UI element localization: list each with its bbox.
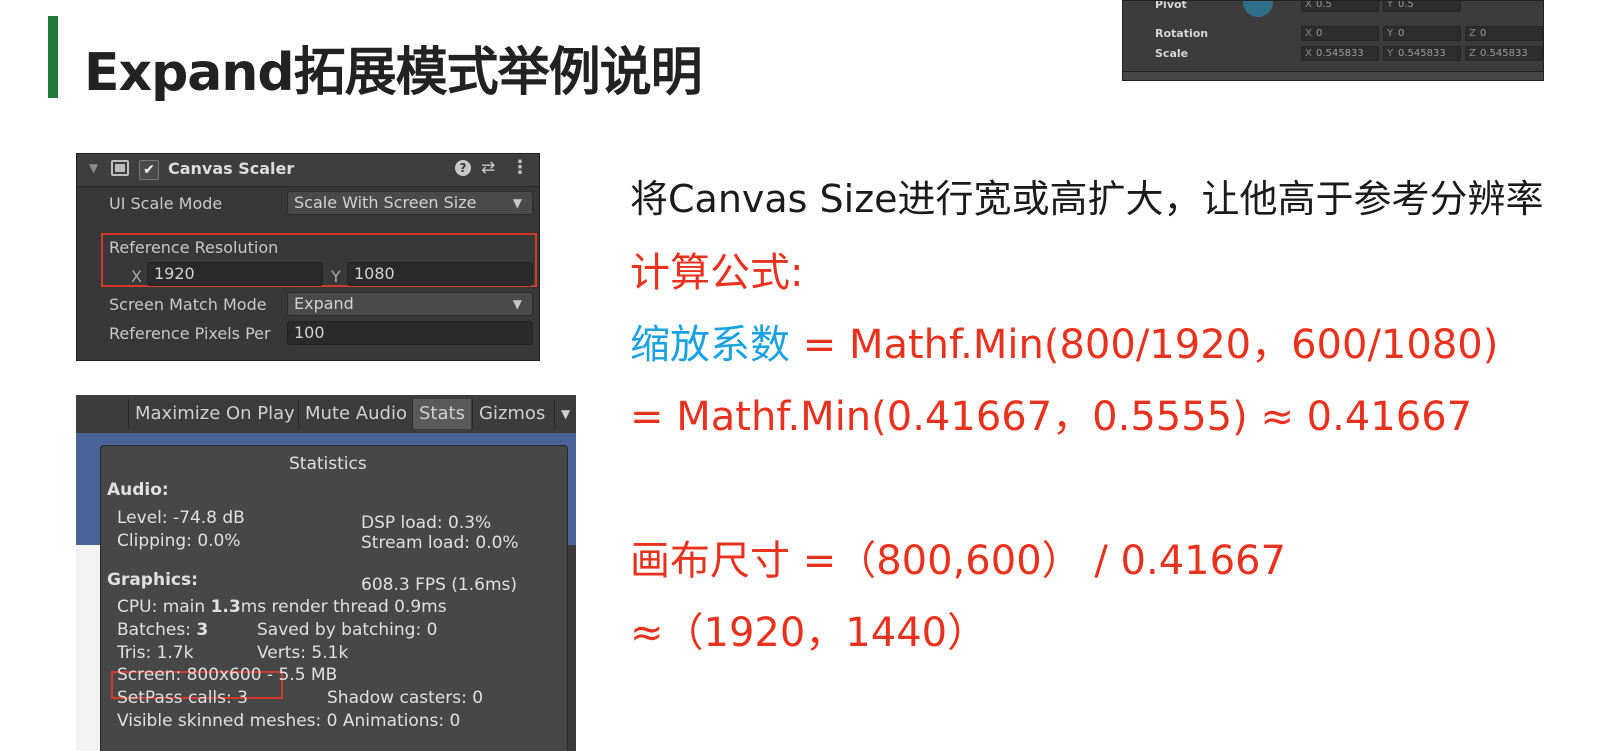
slide-title: Expand拓展模式举例说明 [84, 43, 703, 103]
reference-pixels-label: Reference Pixels Per [109, 324, 271, 343]
rotation-y-field[interactable]: Y0 [1383, 26, 1461, 41]
formula-line-1: 缩放系数 = Mathf.Min(800/1920，600/1080) [630, 312, 1498, 370]
scale-y-value: 0.545833 [1398, 48, 1446, 59]
axis-z-label: Z [1469, 28, 1476, 39]
reference-resolution-label: Reference Resolution [109, 238, 279, 257]
screen-match-mode-dropdown[interactable]: Expand ▼ [287, 292, 533, 316]
dsp-load: DSP load: 0.3% [361, 513, 492, 533]
component-icon [111, 160, 129, 176]
help-icon[interactable]: ? [455, 160, 471, 176]
presets-icon[interactable]: ⇄ [481, 158, 495, 178]
stream-load: Stream load: 0.0% [361, 533, 519, 553]
foldout-arrow-icon[interactable]: ▼ [89, 161, 98, 175]
formula-expression: = Mathf.Min(800/1920，600/1080) [790, 322, 1499, 368]
reference-pixels-field[interactable]: 100 [287, 321, 533, 345]
saved-by-batching: Saved by batching: 0 [257, 620, 438, 640]
scale-x-field[interactable]: X 0.545833 [1301, 46, 1379, 61]
scale-y-field[interactable]: Y 0.545833 [1383, 46, 1461, 61]
scale-factor-label: 缩放系数 [630, 322, 790, 368]
shadow-casters: Shadow casters: 0 [327, 688, 484, 708]
ref-y-value: 1080 [354, 264, 395, 283]
axis-y-label: Y [1387, 48, 1394, 59]
scale-label: Scale [1155, 47, 1189, 60]
game-view-panel: Maximize On Play Mute Audio Stats Gizmos… [76, 395, 576, 751]
statistics-title: Statistics [289, 454, 367, 474]
tris: Tris: 1.7k [117, 643, 194, 663]
batches: Batches: 3 [117, 620, 209, 640]
screen-match-mode-value: Expand [294, 294, 354, 313]
chevron-down-icon: ▼ [512, 196, 522, 210]
axis-y-label: Y [1387, 0, 1394, 10]
verts: Verts: 5.1k [257, 643, 349, 663]
pivot-x-field[interactable]: X 0.5 [1301, 0, 1379, 12]
pivot-label: Pivot [1155, 0, 1187, 11]
canvas-scaler-header[interactable]: ▼ ✔ Canvas Scaler ? ⇄ ⋮ [77, 154, 539, 187]
axis-x-label: X [1305, 28, 1312, 39]
fps-value: 608.3 FPS (1.6ms) [361, 575, 518, 595]
canvas-size-line: 画布尺寸 =（800,600） / 0.41667 [630, 538, 1286, 584]
axis-x-label: X [1305, 0, 1312, 10]
scale-z-value: 0.545833 [1480, 48, 1528, 59]
audio-level: Level: -74.8 dB [117, 508, 245, 528]
gizmos-dropdown-icon[interactable]: ▼ [554, 399, 576, 429]
setpass-calls: SetPass calls: 3 [117, 688, 248, 708]
axis-z-label: Z [1469, 48, 1476, 59]
axis-y-label: Y [1387, 28, 1394, 39]
pivot-y-field[interactable]: Y 0.5 [1383, 0, 1461, 12]
explanation-line: 将Canvas Size进行宽或高扩大，让他高于参考分辨率 [630, 177, 1544, 221]
rotation-y-value: 0 [1398, 28, 1405, 39]
transform-inspector-fragment: Pivot X 0.5 Y 0.5 Rotation X0 Y0 Z0 Scale … [1122, 0, 1544, 81]
ui-scale-mode-dropdown[interactable]: Scale With Screen Size ▼ [287, 191, 533, 215]
mute-audio-button[interactable]: Mute Audio [298, 399, 413, 429]
ui-scale-mode-value: Scale With Screen Size [294, 193, 477, 212]
ref-x-axis-label: X [131, 267, 142, 286]
more-options-icon[interactable]: ⋮ [511, 157, 529, 178]
game-view-toolbar: Maximize On Play Mute Audio Stats Gizmos… [76, 395, 576, 434]
ui-scale-mode-label: UI Scale Mode [109, 194, 223, 213]
gizmos-button[interactable]: Gizmos [472, 399, 551, 429]
cpu-stats: CPU: main 1.3ms render thread 0.9ms [117, 597, 447, 617]
graphics-header: Graphics: [107, 570, 198, 590]
ref-x-value: 1920 [154, 264, 195, 283]
enabled-checkbox[interactable]: ✔ [139, 160, 159, 180]
stats-button[interactable]: Stats [412, 399, 471, 429]
rotation-x-value: 0 [1316, 28, 1323, 39]
maximize-on-play-button[interactable]: Maximize On Play [128, 399, 301, 429]
rotation-label: Rotation [1155, 27, 1209, 40]
chevron-down-icon: ▼ [512, 297, 522, 311]
scale-row: Scale X 0.545833 Y 0.545833 Z 0.545833 [1123, 45, 1543, 63]
pivot-row: Pivot X 0.5 Y 0.5 [1123, 1, 1543, 19]
axis-x-label: X [1305, 48, 1312, 59]
pivot-y-value: 0.5 [1398, 0, 1414, 10]
audio-clipping: Clipping: 0.0% [117, 531, 241, 551]
screen-size: Screen: 800x600 - 5.5 MB [117, 665, 338, 685]
reference-resolution-y-field[interactable]: 1080 [347, 262, 533, 286]
rotation-z-value: 0 [1480, 28, 1487, 39]
scale-x-value: 0.545833 [1316, 48, 1364, 59]
rotation-x-field[interactable]: X0 [1301, 26, 1379, 41]
audio-header: Audio: [107, 480, 169, 500]
rotation-row: Rotation X0 Y0 Z0 [1123, 25, 1543, 43]
visible-skinned-meshes: Visible skinned meshes: 0 Animations: 0 [117, 711, 461, 731]
component-title: Canvas Scaler [168, 159, 295, 178]
formula-label: 计算公式: [630, 250, 804, 296]
statistics-window: Statistics Audio: Level: -74.8 dB Clippi… [100, 445, 568, 751]
canvas-scaler-panel: ▼ ✔ Canvas Scaler ? ⇄ ⋮ UI Scale Mode Sc… [76, 153, 540, 361]
reference-resolution-x-field[interactable]: 1920 [147, 262, 323, 286]
formula-line-2: = Mathf.Min(0.41667，0.5555) ≈ 0.41667 [630, 394, 1473, 440]
scale-z-field[interactable]: Z 0.545833 [1465, 46, 1543, 61]
result-line: ≈（1920，1440） [630, 610, 988, 656]
title-accent-bar [48, 16, 58, 98]
reference-pixels-value: 100 [294, 323, 325, 342]
screen-match-mode-label: Screen Match Mode [109, 295, 267, 314]
rotation-z-field[interactable]: Z0 [1465, 26, 1543, 41]
pivot-x-value: 0.5 [1316, 0, 1332, 10]
next-component-header [1123, 71, 1543, 80]
ref-y-axis-label: Y [331, 267, 341, 286]
